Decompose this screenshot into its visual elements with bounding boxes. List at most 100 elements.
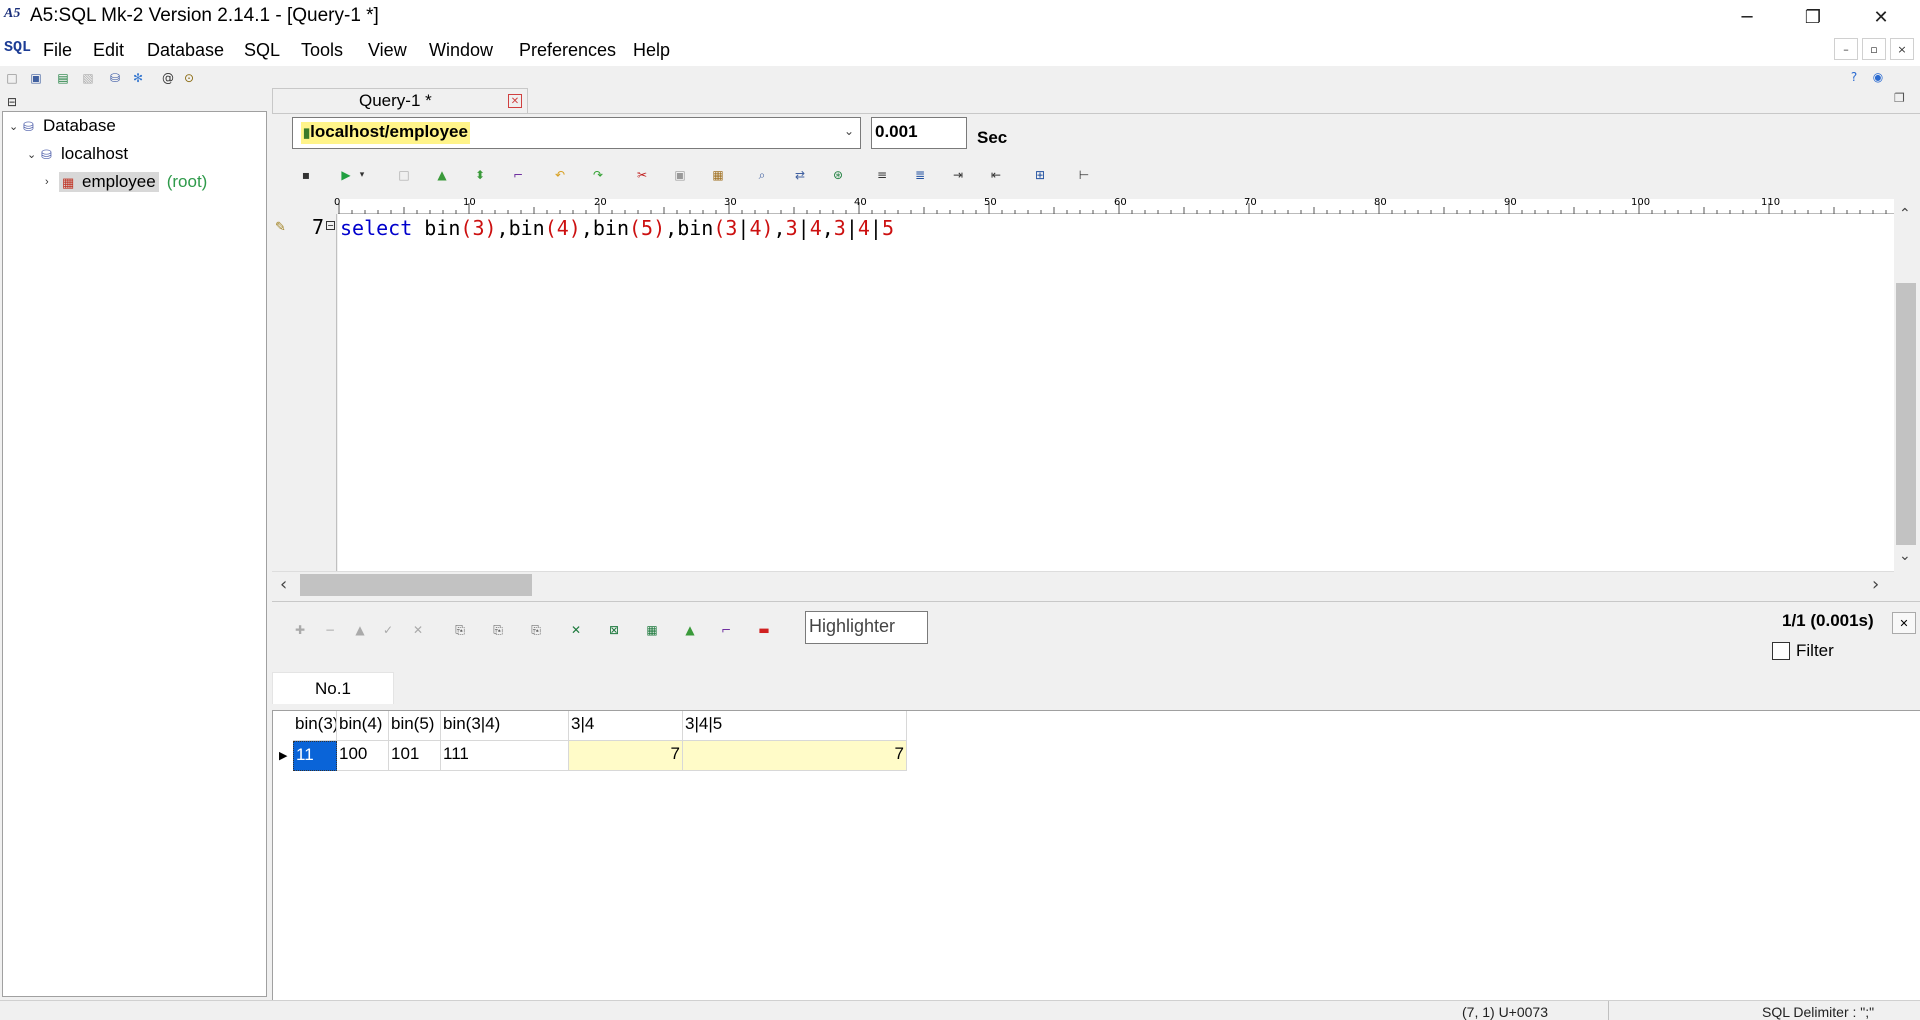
- history-icon[interactable]: ⊙: [181, 70, 197, 86]
- explain-plan-icon[interactable]: ⌐: [718, 622, 734, 638]
- chevron-down-icon[interactable]: ⌄: [844, 124, 854, 138]
- column-header[interactable]: bin(3|4): [441, 711, 569, 741]
- menu-file[interactable]: File: [43, 40, 72, 61]
- horizontal-scroll-thumb[interactable]: [300, 574, 532, 596]
- goto-icon[interactable]: ⊛: [830, 167, 846, 183]
- menu-preferences[interactable]: Preferences: [519, 40, 616, 61]
- at-icon[interactable]: @: [160, 70, 176, 86]
- new-file-icon[interactable]: □: [4, 70, 20, 86]
- copy-icon[interactable]: ▣: [672, 167, 688, 183]
- tree-toggle-icon[interactable]: ⊟: [4, 94, 20, 110]
- export-html-icon[interactable]: ▦: [644, 622, 660, 638]
- add-row-icon[interactable]: ✚: [292, 622, 308, 638]
- mdi-close-button[interactable]: ×: [1890, 38, 1914, 60]
- column-header[interactable]: 3|4|5: [683, 711, 907, 741]
- delete-row-icon[interactable]: −: [322, 622, 338, 638]
- csv-icon[interactable]: ⬍: [472, 167, 488, 183]
- close-result-button[interactable]: ✕: [1892, 612, 1916, 634]
- sql-code-line[interactable]: select bin(3),bin(4),bin(5),bin(3|4),3|4…: [340, 216, 894, 240]
- menu-help[interactable]: Help: [633, 40, 670, 61]
- menu-database[interactable]: Database: [147, 40, 224, 61]
- chevron-down-icon[interactable]: ⌄: [9, 120, 23, 133]
- help-icon[interactable]: ?: [1846, 69, 1862, 85]
- explain-icon[interactable]: ⌐: [510, 167, 526, 183]
- menu-edit[interactable]: Edit: [93, 40, 124, 61]
- paste-icon[interactable]: ▦: [710, 167, 726, 183]
- cut-icon[interactable]: ✂: [634, 167, 650, 183]
- sql-editor[interactable]: [338, 214, 1894, 571]
- chevron-right-icon[interactable]: ›: [1872, 574, 1879, 595]
- chevron-down-icon[interactable]: ⌄: [1899, 548, 1911, 564]
- copy-icon[interactable]: ▧: [80, 70, 96, 86]
- elapsed-time-field[interactable]: 0.001: [871, 117, 967, 149]
- tree-item-employee[interactable]: › ▦ employee (root): [45, 172, 207, 192]
- redo-icon[interactable]: ↷: [590, 167, 606, 183]
- commit-icon[interactable]: ✓: [380, 622, 396, 638]
- cancel-icon[interactable]: ✕: [410, 622, 426, 638]
- mdi-restore-button[interactable]: ▫: [1862, 38, 1886, 60]
- database-icon[interactable]: ⛁: [107, 70, 123, 86]
- find-icon[interactable]: ⌕: [754, 167, 770, 183]
- restore-button[interactable]: ❐: [1784, 0, 1842, 34]
- compare-icon[interactable]: ⊞: [1032, 167, 1048, 183]
- open-file-icon[interactable]: ▣: [28, 70, 44, 86]
- export-tsv-icon[interactable]: ⎘: [490, 622, 506, 638]
- save-icon[interactable]: ▪: [298, 167, 314, 183]
- chevron-down-icon[interactable]: ⌄: [27, 148, 41, 161]
- chevron-up-icon[interactable]: ⌃: [1899, 206, 1911, 222]
- tree-view-icon[interactable]: ⊢: [1076, 167, 1092, 183]
- excel-icon[interactable]: ✕: [568, 622, 584, 638]
- run-icon[interactable]: ▶: [338, 167, 354, 183]
- table-cell[interactable]: 101: [389, 741, 441, 771]
- fold-icon[interactable]: −: [326, 221, 335, 230]
- filter-checkbox[interactable]: [1772, 642, 1790, 660]
- outdent-icon[interactable]: ⇤: [988, 167, 1004, 183]
- window-list-icon[interactable]: ❐: [1894, 91, 1912, 107]
- export-sql-icon[interactable]: ⎘: [528, 622, 544, 638]
- connection-select[interactable]: ▮localhost/employee ⌄: [292, 117, 861, 149]
- column-header[interactable]: 3|4: [569, 711, 683, 741]
- move-up-icon[interactable]: ▲: [352, 622, 368, 638]
- tree-item-localhost[interactable]: ⌄ ⛁ localhost: [27, 144, 128, 164]
- menu-tools[interactable]: Tools: [301, 40, 343, 61]
- table-cell[interactable]: 7: [683, 741, 907, 771]
- format-icon[interactable]: ≣: [912, 167, 928, 183]
- menu-sql[interactable]: SQL: [244, 40, 280, 61]
- export-excel-icon[interactable]: ⊠: [606, 622, 622, 638]
- export-icon[interactable]: ▲: [434, 167, 450, 183]
- connection-text: localhost/employee: [310, 122, 468, 141]
- minimize-button[interactable]: ─: [1718, 0, 1776, 34]
- column-header[interactable]: bin(5): [389, 711, 441, 741]
- undo-icon[interactable]: ↶: [552, 167, 568, 183]
- table-cell[interactable]: 111: [441, 741, 569, 771]
- column-header[interactable]: bin(3): [293, 711, 337, 741]
- align-icon[interactable]: ≡: [874, 167, 890, 183]
- close-button[interactable]: ✕: [1852, 0, 1910, 34]
- table-cell[interactable]: 7: [569, 741, 683, 771]
- chevron-right-icon[interactable]: ›: [45, 176, 59, 188]
- vertical-scroll-thumb[interactable]: [1896, 283, 1916, 545]
- web-icon[interactable]: ◉: [1870, 69, 1886, 85]
- save-db-icon[interactable]: ▤: [55, 70, 71, 86]
- highlighter-input[interactable]: Highlighter: [805, 611, 928, 644]
- mdi-minimize-button[interactable]: –: [1834, 38, 1858, 60]
- table-cell[interactable]: 11: [293, 741, 337, 771]
- indent-icon[interactable]: ⇥: [950, 167, 966, 183]
- tab-query-1[interactable]: Query-1 * ✕: [272, 88, 528, 114]
- chart-icon[interactable]: ▲: [682, 622, 698, 638]
- stop-icon[interactable]: □: [396, 167, 412, 183]
- menu-window[interactable]: Window: [429, 40, 493, 61]
- tab-result-1[interactable]: No.1: [272, 672, 394, 704]
- settings-icon[interactable]: ✻: [130, 70, 146, 86]
- chevron-left-icon[interactable]: ‹: [280, 574, 287, 595]
- table-cell[interactable]: 100: [337, 741, 389, 771]
- record-icon[interactable]: ▬: [756, 622, 772, 638]
- close-tab-icon[interactable]: ✕: [508, 94, 522, 108]
- tree-item-database[interactable]: ⌄ ⛁ Database: [9, 116, 116, 136]
- export-csv-icon[interactable]: ⎘: [452, 622, 468, 638]
- replace-icon[interactable]: ⇄: [792, 167, 808, 183]
- run-dropdown-icon[interactable]: ▾: [354, 167, 370, 183]
- menu-view[interactable]: View: [368, 40, 407, 61]
- selected-tree-node[interactable]: ▦ employee: [59, 172, 159, 192]
- column-header[interactable]: bin(4): [337, 711, 389, 741]
